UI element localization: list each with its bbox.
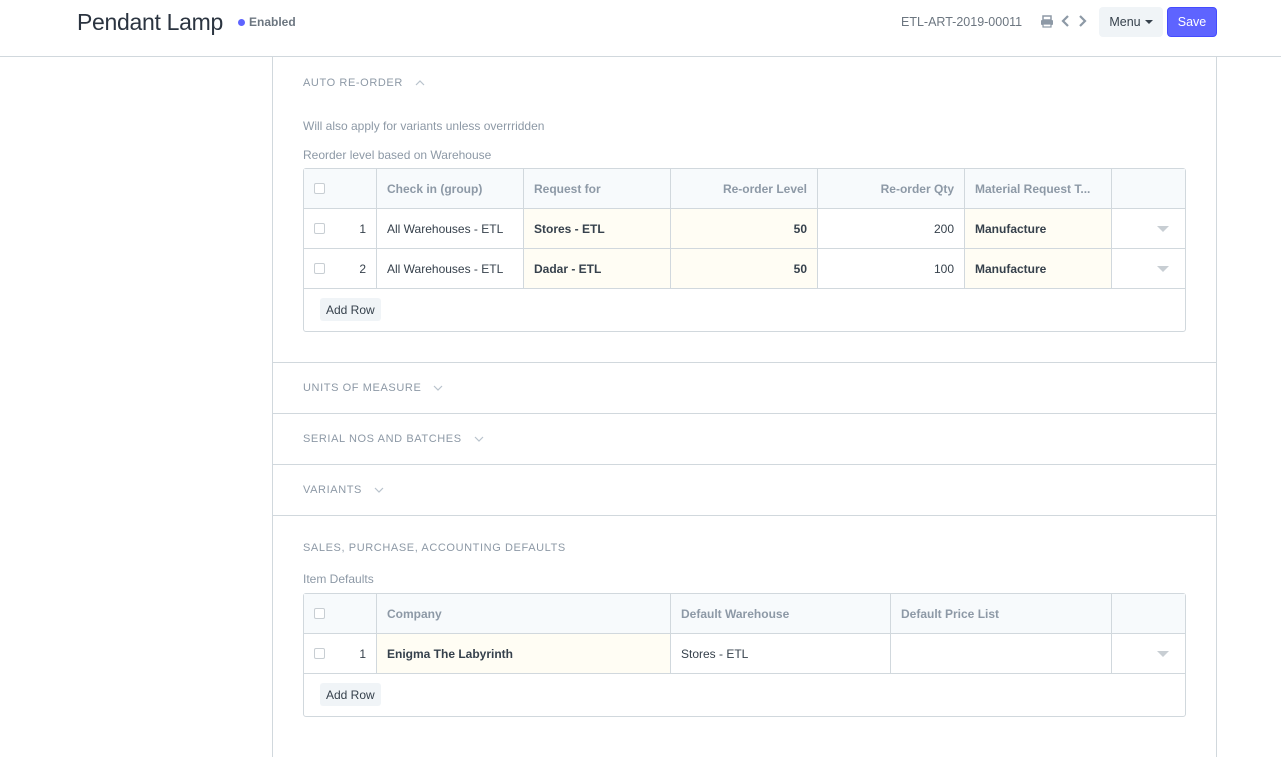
col-request-for: Request for: [524, 169, 671, 208]
row-edit-dropdown-icon[interactable]: [1157, 265, 1169, 272]
table-header-row: Check in (group) Request for Re-order Le…: [304, 169, 1185, 209]
section-head-auto-reorder[interactable]: AUTO RE-ORDER: [303, 77, 425, 89]
table-header-row: Company Default Warehouse Default Price …: [304, 594, 1185, 634]
cell-company[interactable]: Enigma The Labyrinth: [377, 634, 671, 673]
cell-reorder-level[interactable]: 50: [671, 249, 818, 288]
col-reorder-qty: Re-order Qty: [818, 169, 965, 208]
table-row[interactable]: 1 All Warehouses - ETL Stores - ETL 50 2…: [304, 209, 1185, 249]
row-actions: [1112, 209, 1185, 248]
cell-default-price-list[interactable]: [891, 634, 1112, 673]
row-index-cell: 1: [304, 209, 377, 248]
table-footer: Add Row: [304, 289, 1185, 331]
save-button[interactable]: Save: [1167, 7, 1217, 37]
cell-request-for[interactable]: Dadar - ETL: [524, 249, 671, 288]
menu-button[interactable]: Menu: [1099, 7, 1163, 37]
chevron-down-icon: [433, 385, 443, 391]
status-dot-icon: [238, 18, 245, 26]
item-defaults-table: Company Default Warehouse Default Price …: [303, 593, 1186, 717]
menu-label: Menu: [1109, 15, 1141, 29]
section-head-serial-nos-batches[interactable]: SERIAL NOS AND BATCHES: [303, 433, 484, 445]
row-checkbox[interactable]: [314, 648, 325, 659]
page-title: Pendant Lamp: [77, 9, 224, 35]
chevron-down-icon: [474, 436, 484, 442]
col-company: Company: [377, 594, 671, 633]
section-serial-nos-batches: SERIAL NOS AND BATCHES: [273, 414, 1216, 465]
caret-down-icon: [1144, 20, 1153, 24]
section-head-units-of-measure[interactable]: UNITS OF MEASURE: [303, 382, 443, 394]
section-title: UNITS OF MEASURE: [303, 382, 422, 394]
chevron-down-icon: [374, 487, 384, 493]
select-all-cell: [304, 594, 377, 633]
table-row[interactable]: 1 Enigma The Labyrinth Stores - ETL: [304, 634, 1185, 674]
cell-mr-type[interactable]: Manufacture: [965, 249, 1112, 288]
row-edit-dropdown-icon[interactable]: [1157, 225, 1169, 232]
cell-reorder-level[interactable]: 50: [671, 209, 818, 248]
select-all-checkbox[interactable]: [314, 183, 325, 194]
section-title: SALES, PURCHASE, ACCOUNTING DEFAULTS: [303, 542, 566, 554]
status-indicator: Enabled: [238, 15, 296, 29]
add-row-button[interactable]: Add Row: [320, 298, 381, 321]
cell-check-in[interactable]: All Warehouses - ETL: [377, 209, 524, 248]
row-index-cell: 1: [304, 634, 377, 673]
select-all-cell: [304, 169, 377, 208]
row-checkbox[interactable]: [314, 223, 325, 234]
add-row-button[interactable]: Add Row: [320, 683, 381, 706]
table-row[interactable]: 2 All Warehouses - ETL Dadar - ETL 50 10…: [304, 249, 1185, 289]
table-label: Item Defaults: [303, 572, 374, 586]
form-body: AUTO RE-ORDER Will also apply for varian…: [272, 57, 1217, 757]
next-doc-icon[interactable]: [1076, 13, 1090, 29]
row-actions: [1112, 634, 1185, 673]
row-checkbox[interactable]: [314, 263, 325, 274]
select-all-checkbox[interactable]: [314, 608, 325, 619]
section-head-defaults: SALES, PURCHASE, ACCOUNTING DEFAULTS: [303, 542, 566, 554]
cell-mr-type[interactable]: Manufacture: [965, 209, 1112, 248]
row-actions: [1112, 249, 1185, 288]
col-check-in: Check in (group): [377, 169, 524, 208]
section-units-of-measure: UNITS OF MEASURE: [273, 363, 1216, 414]
section-auto-reorder: AUTO RE-ORDER Will also apply for varian…: [273, 57, 1216, 363]
col-default-price-list: Default Price List: [891, 594, 1112, 633]
print-icon[interactable]: [1040, 13, 1054, 29]
section-head-variants[interactable]: VARIANTS: [303, 484, 384, 496]
section-defaults: SALES, PURCHASE, ACCOUNTING DEFAULTS Ite…: [273, 516, 1216, 757]
row-edit-dropdown-icon[interactable]: [1157, 650, 1169, 657]
col-actions: [1112, 169, 1185, 208]
cell-default-warehouse[interactable]: Stores - ETL: [671, 634, 891, 673]
col-mr-type: Material Request T...: [965, 169, 1112, 208]
cell-check-in[interactable]: All Warehouses - ETL: [377, 249, 524, 288]
section-title: SERIAL NOS AND BATCHES: [303, 433, 462, 445]
variant-note: Will also apply for variants unless over…: [303, 119, 545, 133]
page-header: Pendant Lamp Enabled ETL-ART-2019-00011 …: [0, 0, 1281, 57]
cell-reorder-qty[interactable]: 100: [818, 249, 965, 288]
col-actions: [1112, 594, 1185, 633]
row-index-cell: 2: [304, 249, 377, 288]
cell-reorder-qty[interactable]: 200: [818, 209, 965, 248]
section-title: VARIANTS: [303, 484, 362, 496]
document-name: ETL-ART-2019-00011: [901, 15, 1023, 29]
status-label: Enabled: [249, 15, 296, 29]
reorder-table: Check in (group) Request for Re-order Le…: [303, 168, 1186, 332]
section-title: AUTO RE-ORDER: [303, 77, 403, 89]
table-footer: Add Row: [304, 674, 1185, 716]
cell-request-for[interactable]: Stores - ETL: [524, 209, 671, 248]
row-index: 1: [359, 221, 366, 236]
row-index: 2: [359, 261, 366, 276]
previous-doc-icon[interactable]: [1060, 13, 1074, 29]
table-label: Reorder level based on Warehouse: [303, 148, 492, 162]
section-variants: VARIANTS: [273, 465, 1216, 516]
chevron-up-icon: [415, 80, 425, 86]
col-default-warehouse: Default Warehouse: [671, 594, 891, 633]
row-index: 1: [359, 646, 366, 661]
col-reorder-level: Re-order Level: [671, 169, 818, 208]
